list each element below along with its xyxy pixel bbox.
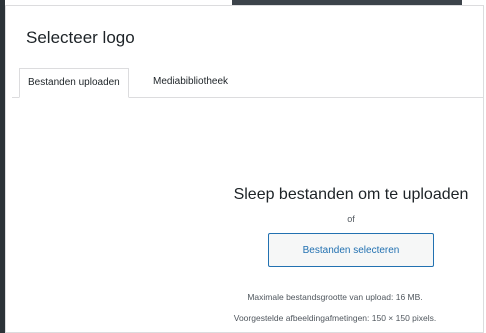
suggested-image-size: Voorgestelde afbeeldingafmetingen: 150 ×…	[233, 313, 437, 323]
tab-media-library[interactable]: Mediabibliotheek	[145, 68, 236, 96]
drop-instructions: Sleep bestanden om te uploaden	[233, 186, 469, 203]
modal-tabs: Bestanden uploaden Mediabibliotheek	[12, 64, 483, 98]
modal-title: Selecteer logo	[26, 28, 135, 47]
max-upload-size: Maximale bestandsgrootte van upload: 16 …	[247, 292, 423, 302]
select-files-button[interactable]: Bestanden selecteren	[268, 233, 434, 267]
media-modal: Selecteer logo Bestanden uploaden Mediab…	[5, 5, 484, 333]
tab-upload-files[interactable]: Bestanden uploaden	[19, 68, 129, 98]
or-separator: of	[347, 214, 355, 224]
